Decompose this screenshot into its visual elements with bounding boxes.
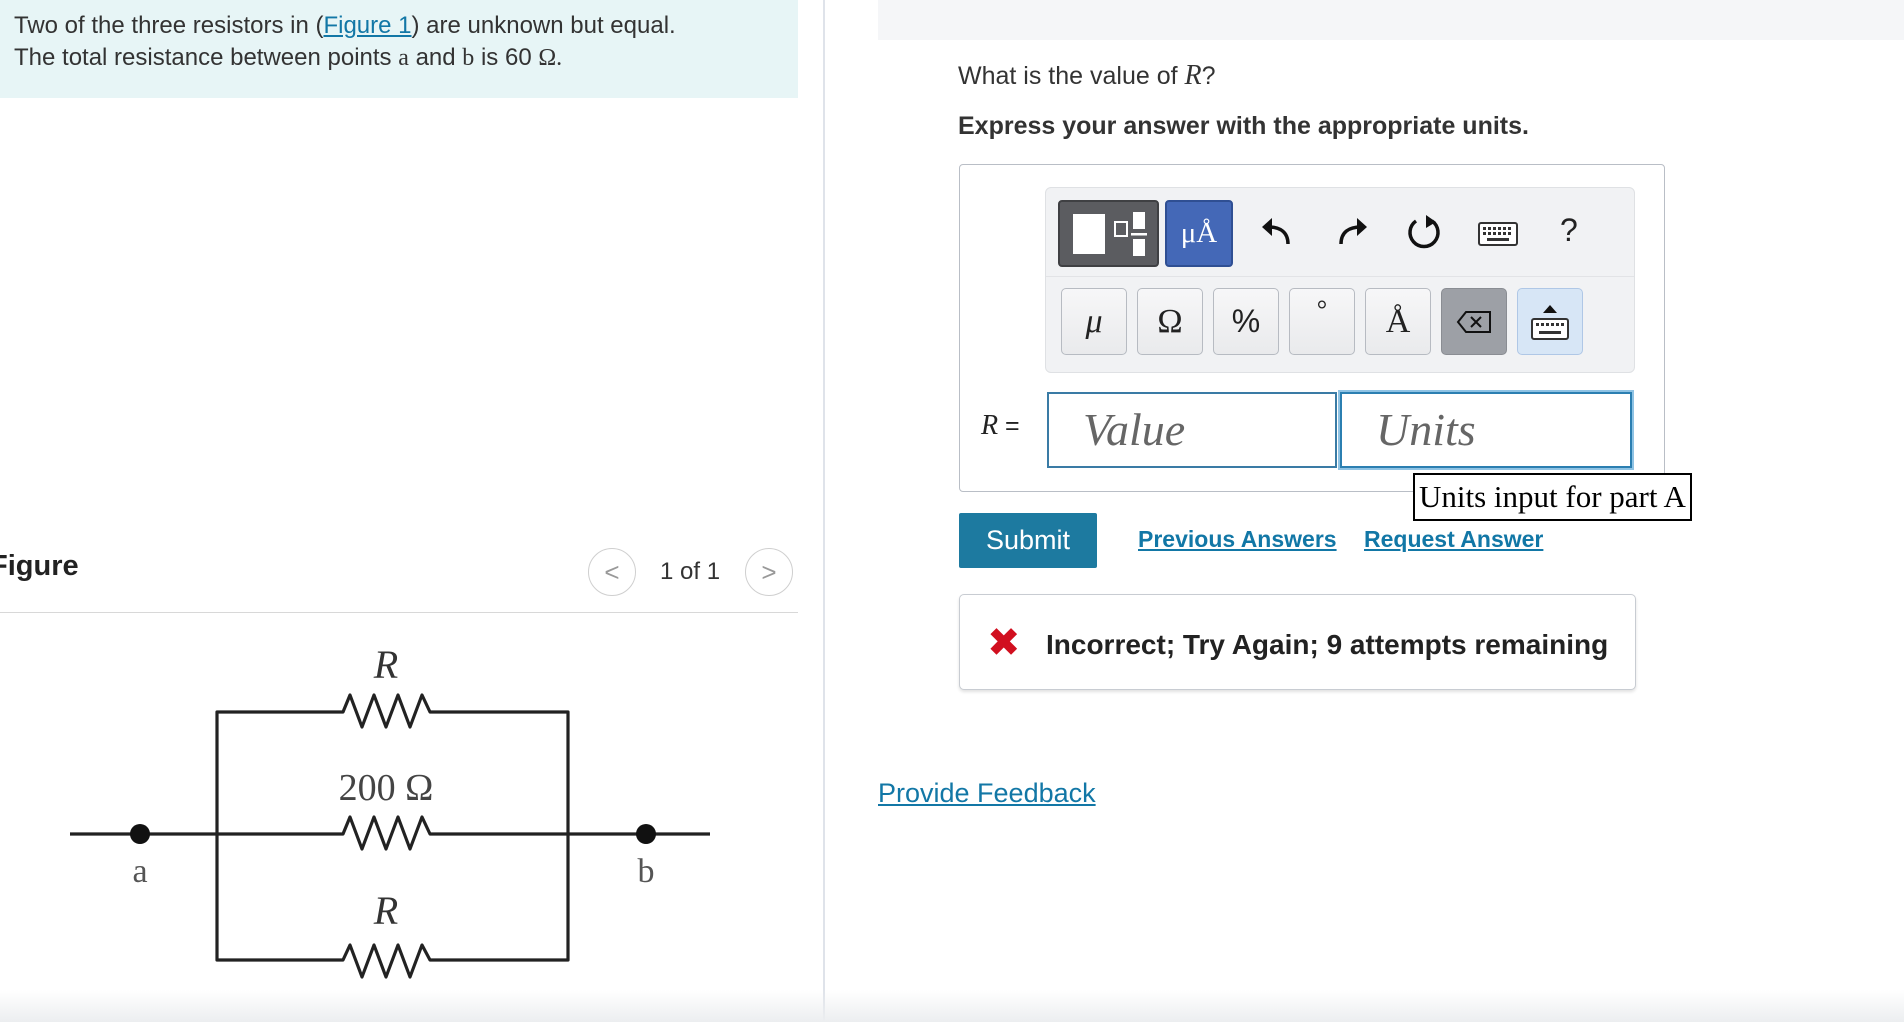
middle-branch-wire: [70, 815, 710, 851]
question-text: What is the value of R?: [958, 60, 1216, 92]
keyboard-toggle-icon: [1531, 304, 1569, 340]
error-icon: ✖: [987, 621, 1021, 665]
units-input[interactable]: Units: [1340, 392, 1632, 468]
middle-resistor-label: 200 Ω: [339, 767, 434, 809]
top-bar: [878, 0, 1904, 40]
terminal-a-dot: [130, 824, 150, 844]
figure-counter: 1 of 1: [660, 558, 721, 585]
figure-link[interactable]: Figure 1: [323, 12, 411, 39]
template-icon: [1072, 211, 1147, 256]
next-figure-button[interactable]: >: [745, 548, 793, 596]
figure-heading: Figure: [0, 550, 79, 582]
angstrom-key[interactable]: Å: [1365, 288, 1431, 355]
problem-statement: Two of the three resistors in (Figure 1)…: [0, 0, 798, 98]
keyboard-icon[interactable]: [1478, 222, 1518, 246]
top-resistor-label: R: [373, 642, 398, 687]
circuit-diagram: R 200 Ω R a b: [70, 642, 710, 979]
toggle-keyboard-key[interactable]: [1517, 288, 1583, 355]
answer-variable-label: R =: [981, 410, 1020, 441]
instruction-text: Express your answer with the appropriate…: [958, 112, 1529, 140]
bottom-resistor-label: R: [373, 888, 398, 933]
terminal-b-label: b: [638, 853, 655, 890]
question-variable: R: [1184, 60, 1202, 91]
question-prefix: What is the value of: [958, 62, 1178, 90]
previous-answers-link[interactable]: Previous Answers: [1138, 526, 1337, 553]
undo-icon[interactable]: [1258, 214, 1294, 250]
toolbar-separator: [1046, 276, 1634, 277]
micro-key[interactable]: μ: [1061, 288, 1127, 355]
request-answer-link[interactable]: Request Answer: [1364, 526, 1543, 553]
units-tooltip: Units input for part A: [1413, 473, 1692, 521]
degree-key[interactable]: °: [1289, 288, 1355, 355]
chevron-right-icon: >: [761, 556, 777, 587]
backspace-icon: [1456, 310, 1491, 333]
backspace-key[interactable]: [1441, 288, 1507, 355]
point-b-label: b: [462, 45, 475, 71]
value-input[interactable]: Value: [1047, 392, 1337, 468]
problem-line1-start: Two of the three resistors in (: [14, 12, 324, 39]
reset-icon[interactable]: [1404, 212, 1444, 252]
feedback-message: Incorrect; Try Again; 9 attempts remaini…: [1046, 629, 1609, 660]
help-button[interactable]: ?: [1560, 212, 1578, 249]
figure-divider: [0, 612, 798, 613]
units-toggle-button[interactable]: μÅ: [1165, 200, 1233, 267]
problem-line1-end: ) are unknown but equal.: [411, 12, 676, 39]
terminal-a-label: a: [132, 853, 147, 890]
point-a-label: a: [398, 45, 409, 71]
ohm-key[interactable]: Ω: [1137, 288, 1203, 355]
prev-figure-button[interactable]: <: [588, 548, 636, 596]
chevron-left-icon: <: [604, 556, 620, 587]
and-text: and: [415, 44, 456, 71]
submit-button[interactable]: Submit: [959, 513, 1097, 568]
panel-divider: [823, 0, 825, 1022]
percent-key[interactable]: %: [1213, 288, 1279, 355]
redo-icon[interactable]: [1335, 214, 1371, 250]
template-button[interactable]: [1058, 200, 1159, 267]
is-text: is: [480, 44, 499, 71]
ohm-symbol: Ω.: [538, 45, 563, 71]
question-suffix: ?: [1201, 62, 1216, 90]
total-resistance-value: 60: [504, 44, 532, 71]
terminal-b-dot: [636, 824, 656, 844]
problem-line2-start: The total resistance between points: [14, 44, 392, 71]
bottom-shadow: [0, 990, 1904, 1022]
provide-feedback-link[interactable]: Provide Feedback: [878, 778, 1096, 809]
